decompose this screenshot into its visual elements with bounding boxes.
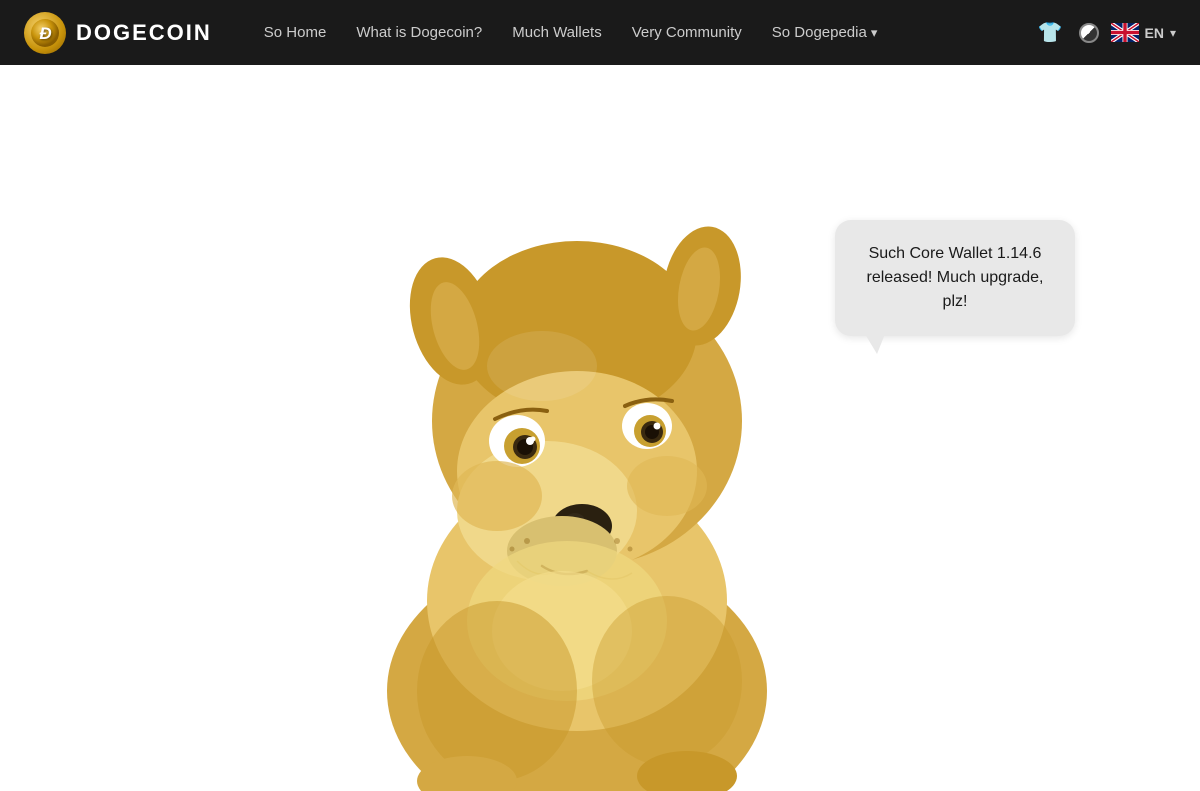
flag-uk-icon xyxy=(1111,23,1139,42)
chevron-down-icon: ▾ xyxy=(871,25,878,41)
nav-right: 👕 EN ▾ xyxy=(1034,16,1176,49)
main-content: Such Core Wallet 1.14.6 released! Much u… xyxy=(0,65,1200,791)
nav-very-community[interactable]: Very Community xyxy=(620,16,754,49)
svg-text:Ð: Ð xyxy=(39,24,51,43)
speech-bubble-text: Such Core Wallet 1.14.6 released! Much u… xyxy=(867,245,1044,310)
doge-illustration xyxy=(347,111,807,791)
doge-container: Such Core Wallet 1.14.6 released! Much u… xyxy=(0,65,1200,791)
logo-text: DOGECOIN xyxy=(76,20,212,46)
nav-much-wallets[interactable]: Much Wallets xyxy=(500,16,613,49)
speech-bubble: Such Core Wallet 1.14.6 released! Much u… xyxy=(835,220,1075,336)
nav-what-is-dogecoin[interactable]: What is Dogecoin? xyxy=(344,16,494,49)
logo-link[interactable]: Ð DOGECOIN xyxy=(24,12,212,54)
nav-so-home[interactable]: So Home xyxy=(252,16,339,49)
nav-links: So Home What is Dogecoin? Much Wallets V… xyxy=(252,16,1034,49)
language-chevron-icon: ▾ xyxy=(1170,26,1176,40)
theme-toggle-button[interactable] xyxy=(1079,23,1099,43)
logo-icon: Ð xyxy=(24,12,66,54)
nav-so-dogepedia[interactable]: So Dogepedia ▾ xyxy=(760,16,890,49)
language-code: EN xyxy=(1145,25,1164,41)
theme-toggle-icon xyxy=(1079,23,1099,43)
shirt-icon: 👕 xyxy=(1038,20,1063,45)
navbar: Ð DOGECOIN So Home What is Dogecoin? Muc… xyxy=(0,0,1200,65)
language-selector[interactable]: EN ▾ xyxy=(1111,23,1176,42)
shirt-button[interactable]: 👕 xyxy=(1034,16,1067,49)
